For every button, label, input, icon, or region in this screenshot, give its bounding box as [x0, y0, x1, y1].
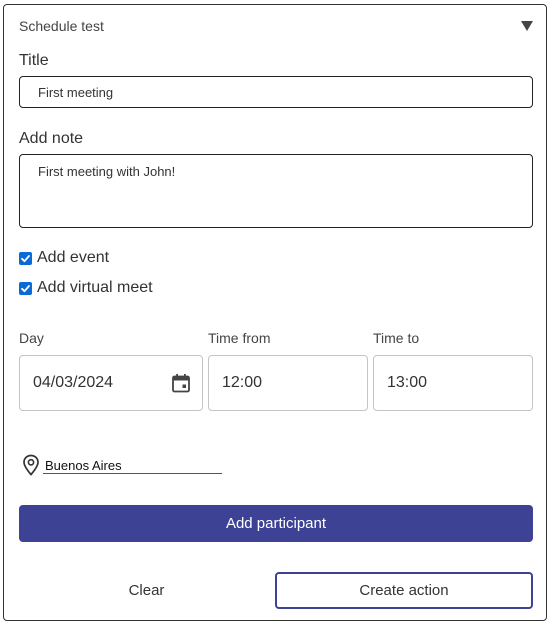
clear-button[interactable]: Clear: [19, 572, 274, 609]
calendar-icon[interactable]: [171, 373, 191, 393]
note-label: Add note: [19, 130, 84, 147]
day-date-picker[interactable]: 04/03/2024: [19, 355, 203, 411]
time-to-label: Time to: [373, 330, 420, 346]
day-value: 04/03/2024: [33, 374, 114, 391]
collapse-triangle-icon[interactable]: [520, 19, 534, 33]
day-label: Day: [19, 330, 44, 346]
check-icon: [21, 254, 30, 262]
time-from-label: Time from: [208, 330, 271, 346]
add-participant-button[interactable]: Add participant: [19, 505, 533, 542]
add-virtual-meet-checkbox-row[interactable]: Add virtual meet: [19, 277, 153, 299]
create-action-button[interactable]: Create action: [275, 572, 533, 609]
add-event-checkbox-row[interactable]: Add event: [19, 247, 109, 269]
add-virtual-meet-checkbox[interactable]: [19, 281, 32, 295]
check-icon: [21, 284, 30, 292]
time-from-value: 12:00: [222, 374, 263, 391]
add-virtual-meet-label: Add virtual meet: [37, 279, 153, 296]
panel-title: Schedule test: [19, 18, 104, 34]
title-input[interactable]: [19, 76, 533, 108]
time-from-input[interactable]: 12:00: [208, 355, 368, 411]
schedule-test-panel: Schedule test Title Add note First meeti…: [3, 4, 547, 621]
note-textarea[interactable]: First meeting with John!: [19, 154, 533, 228]
time-to-value: 13:00: [387, 374, 428, 391]
location-pin-icon: [23, 454, 39, 476]
time-to-input[interactable]: 13:00: [373, 355, 533, 411]
add-event-checkbox[interactable]: [19, 251, 32, 265]
title-label: Title: [19, 52, 49, 69]
add-event-label: Add event: [37, 249, 110, 266]
location-input[interactable]: Buenos Aires: [43, 457, 222, 474]
